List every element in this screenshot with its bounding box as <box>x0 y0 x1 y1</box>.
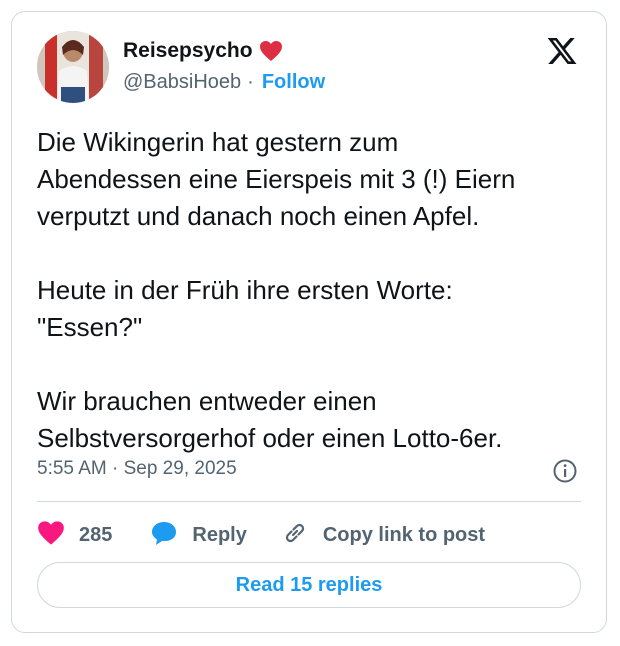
handle[interactable]: @BabsiHoeb <box>123 71 241 94</box>
action-bar: 285 Reply Copy link to post <box>37 517 485 553</box>
tweet-text: Die Wikingerin hat gestern zum Abendesse… <box>37 127 516 453</box>
x-logo-icon[interactable] <box>546 35 578 67</box>
speech-bubble-icon <box>150 520 178 551</box>
divider <box>37 501 581 502</box>
tweet-timestamp[interactable]: 5:55 AM · Sep 29, 2025 <box>37 458 237 480</box>
reply-label: Reply <box>192 523 247 546</box>
handle-row: @BabsiHoeb · Follow <box>123 71 325 94</box>
tweet-card: Reisepsycho @BabsiHoeb · Follow Die Wiki… <box>11 11 607 633</box>
avatar[interactable] <box>37 31 109 103</box>
link-icon <box>281 519 309 552</box>
red-heart-icon <box>259 40 283 62</box>
display-name[interactable]: Reisepsycho <box>123 39 253 63</box>
separator: · <box>247 71 254 93</box>
follow-button[interactable]: Follow <box>262 71 325 94</box>
author-name-row: Reisepsycho <box>123 39 283 63</box>
read-replies-button[interactable]: Read 15 replies <box>37 562 581 608</box>
copy-link-label: Copy link to post <box>322 523 486 546</box>
copy-link-button[interactable]: Copy link to post <box>281 519 485 552</box>
info-icon[interactable] <box>552 458 578 484</box>
heart-icon <box>37 520 65 551</box>
like-count: 285 <box>79 523 113 546</box>
like-button[interactable]: 285 <box>37 520 112 551</box>
reply-button[interactable]: Reply <box>150 520 247 551</box>
